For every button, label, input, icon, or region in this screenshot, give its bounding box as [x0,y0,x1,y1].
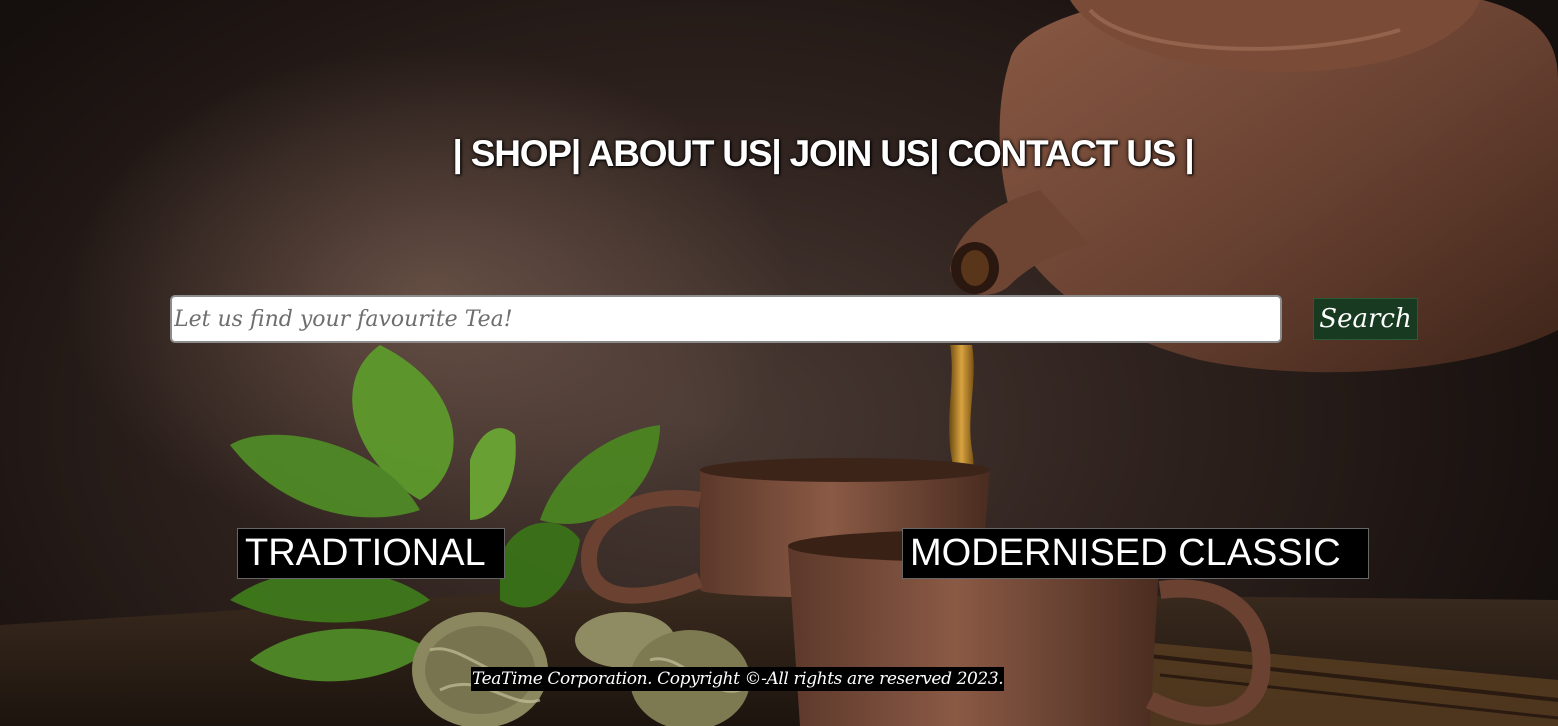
nav-separator: | [1184,133,1194,174]
tea-scene-illustration [0,0,1558,726]
search-button[interactable]: Search [1313,298,1418,340]
nav-link-shop[interactable]: SHOP [471,133,572,174]
main-navigation: | SHOP| ABOUT US| JOIN US| CONTACT US | [0,133,1558,175]
category-modernised-classic-link[interactable]: MODERNISED CLASSIC [902,528,1369,579]
category-traditional-link[interactable]: TRADTIONAL [237,528,505,579]
nav-link-contact-us[interactable]: CONTACT US [947,133,1176,174]
nav-separator: | [570,133,581,174]
nav-separator: | [771,133,781,174]
nav-link-about-us[interactable]: ABOUT US [588,133,773,174]
nav-separator: | [452,133,463,174]
copyright-footer: TeaTime Corporation. Copyright ©-All rig… [471,667,1005,691]
nav-separator: | [929,133,939,174]
nav-link-join-us[interactable]: JOIN US [790,133,931,174]
search-input[interactable] [170,295,1282,343]
background-image [0,0,1558,726]
